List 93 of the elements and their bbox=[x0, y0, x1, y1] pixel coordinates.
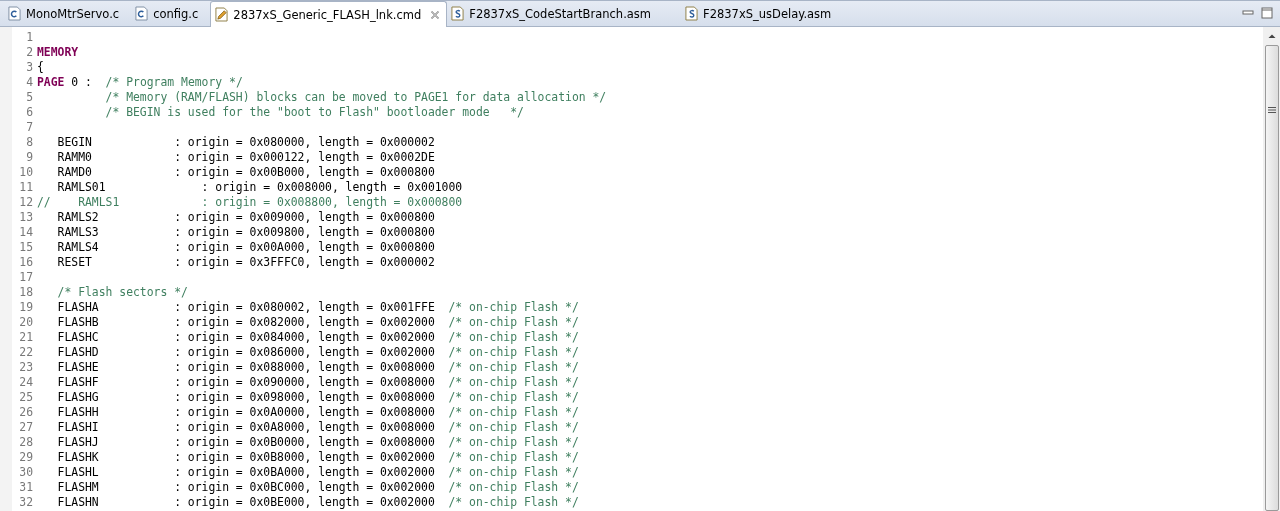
line-number: 29 bbox=[18, 450, 34, 465]
line-number: 4 bbox=[25, 75, 34, 90]
line-number: 5 bbox=[25, 90, 34, 105]
code-comment: /* on-chip Flash */ bbox=[448, 405, 579, 419]
line-number: 2 bbox=[25, 45, 34, 60]
scrollbar[interactable] bbox=[1263, 27, 1280, 511]
line-number: 19 bbox=[18, 300, 34, 315]
line-number: 32 bbox=[18, 495, 34, 510]
line-number: 25 bbox=[18, 390, 34, 405]
line-number: 13 bbox=[18, 210, 34, 225]
c-file-icon bbox=[135, 6, 149, 21]
code-comment: /* on-chip Flash */ bbox=[448, 360, 579, 374]
up-arrow-icon[interactable] bbox=[1267, 33, 1276, 39]
code-keyword: PAGE bbox=[37, 75, 65, 89]
pencil-file-icon bbox=[215, 7, 229, 22]
s-file-icon bbox=[451, 6, 465, 21]
code-comment: /* on-chip Flash */ bbox=[448, 420, 579, 434]
line-number: 31 bbox=[18, 480, 34, 495]
code-text: FLASHH : origin = 0x0A0000, length = 0x008000 bbox=[56, 405, 436, 419]
code-comment: /* on-chip Flash */ bbox=[448, 345, 579, 359]
code-comment: /* on-chip Flash */ bbox=[448, 495, 579, 509]
code-comment: /* on-chip Flash */ bbox=[448, 465, 579, 479]
code-text: FLASHJ : origin = 0x0B0000, length = 0x008000 bbox=[56, 435, 436, 449]
editor-tab[interactable]: MonoMtrServo.c bbox=[4, 1, 132, 26]
line-number: 14 bbox=[18, 225, 34, 240]
code-text: RAMLS4 : origin = 0x00A000, length = 0x000800 bbox=[56, 240, 435, 254]
code-comment: /* on-chip Flash */ bbox=[448, 300, 579, 314]
code-text: RAMLS3 : origin = 0x009800, length = 0x000800 bbox=[56, 225, 435, 239]
line-number: 30 bbox=[18, 465, 34, 480]
maximize-icon[interactable] bbox=[1261, 7, 1273, 19]
code-comment: /* on-chip Flash */ bbox=[448, 330, 579, 344]
line-number: 1 bbox=[25, 30, 34, 45]
code-text: FLASHM : origin = 0x0BC000, length = 0x002000 bbox=[56, 480, 436, 494]
code-comment: // RAMLS1 : origin = 0x008800, length = 0x000800 bbox=[37, 195, 463, 209]
code-text: RAMLS2 : origin = 0x009000, length = 0x000800 bbox=[56, 210, 435, 224]
line-number: 18 bbox=[18, 285, 34, 300]
code-text: FLASHN : origin = 0x0BE000, length = 0x002000 bbox=[56, 495, 436, 509]
line-number: 26 bbox=[18, 405, 34, 420]
code-comment: /* Memory (RAM/FLASH) blocks can be moved to PAGE1 for data allocation */ bbox=[104, 90, 607, 104]
code-text: { bbox=[37, 60, 44, 74]
code-text: FLASHC : origin = 0x084000, length = 0x002000 bbox=[56, 330, 436, 344]
code-comment: /* Flash sectors */ bbox=[56, 285, 188, 299]
code-comment: /* Program Memory */ bbox=[105, 75, 243, 89]
code-comment: /* on-chip Flash */ bbox=[448, 480, 579, 494]
grip-icon bbox=[1267, 106, 1276, 114]
code-text: FLASHK : origin = 0x0B8000, length = 0x002000 bbox=[56, 450, 436, 464]
code-text: RESET : origin = 0x3FFFC0, length = 0x000002 bbox=[56, 255, 435, 269]
code-comment: /* BEGIN is used for the "boot to Flash" bootloader mode */ bbox=[104, 105, 524, 119]
code-text: FLASHF : origin = 0x090000, length = 0x008000 bbox=[56, 375, 436, 389]
line-number: 12 bbox=[18, 195, 34, 210]
line-number: 3 bbox=[25, 60, 34, 75]
line-number: 20 bbox=[18, 315, 34, 330]
editor-tab[interactable]: 2837xS_Generic_FLASH_lnk.cmd bbox=[210, 1, 448, 27]
editor-tab[interactable]: F2837xS_usDelay.asm bbox=[681, 1, 844, 26]
line-number: 6 bbox=[25, 105, 34, 120]
code-text: FLASHD : origin = 0x086000, length = 0x002000 bbox=[56, 345, 436, 359]
line-number: 28 bbox=[18, 435, 34, 450]
line-number: 15 bbox=[18, 240, 34, 255]
code-text: FLASHI : origin = 0x0A8000, length = 0x008000 bbox=[56, 420, 436, 434]
s-file-icon bbox=[685, 6, 699, 21]
code-text: FLASHB : origin = 0x082000, length = 0x002000 bbox=[56, 315, 436, 329]
editor-tab[interactable]: F2837xS_CodeStartBranch.asm bbox=[447, 1, 664, 26]
c-file-icon bbox=[8, 6, 21, 21]
code-comment: /* on-chip Flash */ bbox=[448, 315, 579, 329]
code-comment: /* on-chip Flash */ bbox=[448, 435, 579, 449]
line-number: 9 bbox=[25, 150, 34, 165]
line-number: 11 bbox=[18, 180, 34, 195]
code-text: RAMD0 : origin = 0x00B000, length = 0x000800 bbox=[56, 165, 435, 179]
line-number: 21 bbox=[18, 330, 34, 345]
line-number: 7 bbox=[25, 120, 34, 135]
code-comment: /* on-chip Flash */ bbox=[448, 390, 579, 404]
line-number: 23 bbox=[18, 360, 34, 375]
line-number: 24 bbox=[18, 375, 34, 390]
code-text: RAMM0 : origin = 0x000122, length = 0x0002DE bbox=[56, 150, 435, 164]
scroll-thumb[interactable] bbox=[1264, 45, 1279, 511]
line-number: 8 bbox=[25, 135, 34, 150]
line-number: 16 bbox=[18, 255, 34, 270]
line-number: 17 bbox=[18, 270, 34, 285]
code-keyword: MEMORY bbox=[37, 45, 79, 59]
code-text: FLASHA : origin = 0x080002, length = 0x001FFE bbox=[56, 300, 436, 314]
line-number: 10 bbox=[18, 165, 34, 180]
code-text: FLASHL : origin = 0x0BA000, length = 0x002000 bbox=[56, 465, 436, 479]
code-text: RAMLS01 : origin = 0x008000, length = 0x001000 bbox=[56, 180, 463, 194]
code-comment: /* on-chip Flash */ bbox=[448, 375, 579, 389]
editor-tab[interactable]: config.c bbox=[131, 1, 211, 26]
code-text: FLASHE : origin = 0x088000, length = 0x008000 bbox=[56, 360, 436, 374]
code-text: FLASHG : origin = 0x098000, length = 0x008000 bbox=[56, 390, 436, 404]
line-number: 27 bbox=[18, 420, 34, 435]
code-comment: /* on-chip Flash */ bbox=[448, 450, 579, 464]
code-text: 0 : bbox=[70, 75, 93, 89]
code-text: BEGIN : origin = 0x080000, length = 0x000002 bbox=[56, 135, 435, 149]
line-number: 22 bbox=[18, 345, 34, 360]
close-icon[interactable] bbox=[430, 9, 441, 20]
